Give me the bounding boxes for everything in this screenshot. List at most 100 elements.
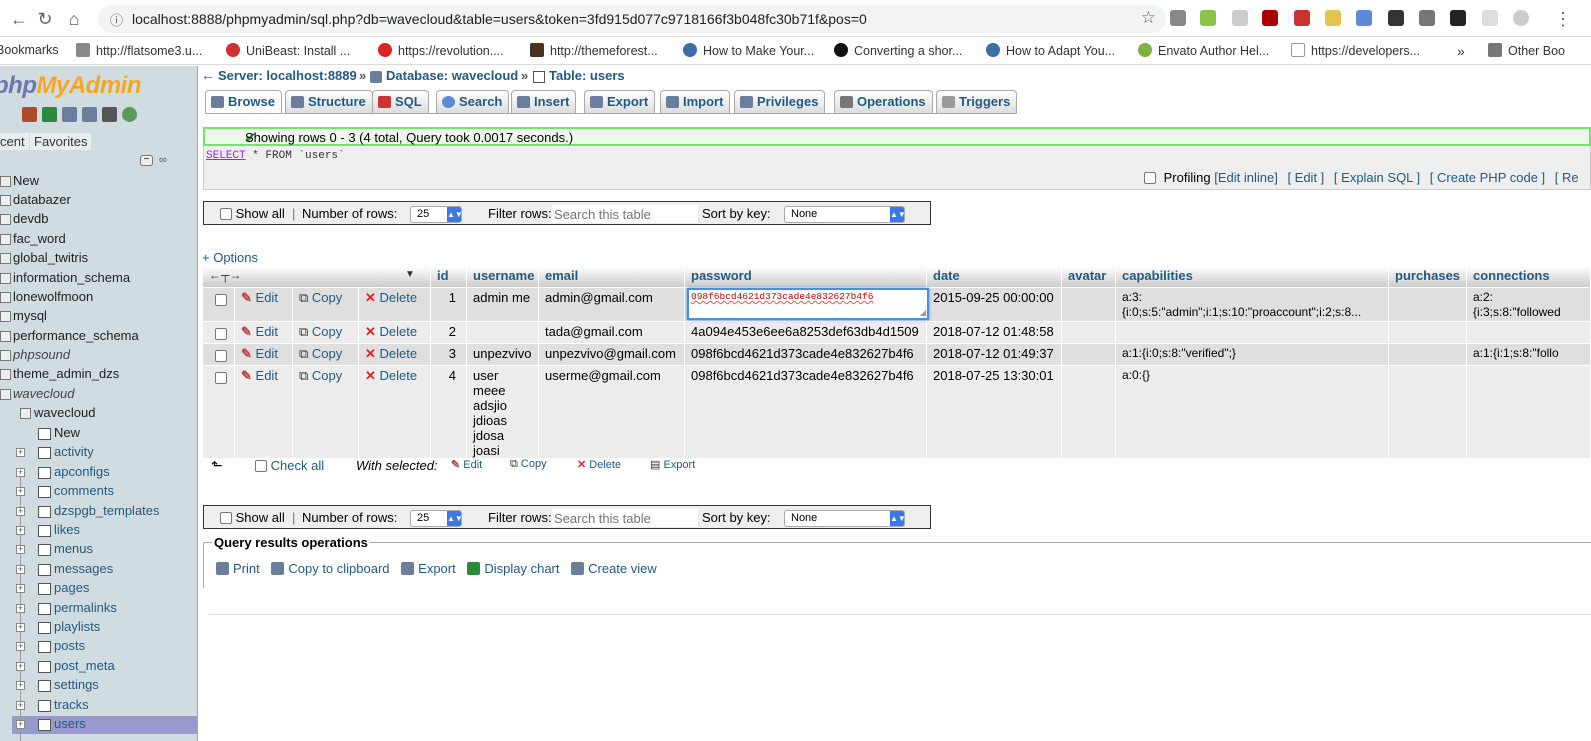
sidebar-table-item[interactable]: menus — [54, 541, 93, 556]
recent-tab[interactable]: cent — [0, 133, 29, 150]
row-checkbox[interactable] — [215, 328, 227, 340]
reload-icon[interactable] — [122, 107, 137, 122]
sidebar-database-item[interactable]: phpsound — [13, 347, 70, 362]
row-copy-button[interactable]: ⧉ Copy — [299, 346, 342, 361]
tab-import[interactable]: Import — [660, 90, 731, 113]
sidebar-table-item[interactable]: dzspgb_templates — [54, 503, 160, 518]
column-header-purchases[interactable]: purchases — [1389, 266, 1467, 287]
sidebar-database-item[interactable]: lonewolfmoon — [13, 289, 93, 304]
address-bar[interactable]: ⓘ localhost:8888/phpmyadmin/sql.php?db=w… — [98, 5, 1166, 33]
row-edit-button[interactable]: ✎ Edit — [241, 324, 278, 339]
phpmyadmin-logo[interactable]: phpMyAdmin — [0, 72, 141, 100]
sidebar-table-item[interactable]: post_meta — [54, 658, 115, 673]
sql-keyword-link[interactable]: SELECT — [206, 150, 246, 162]
dropdown-icon[interactable]: ▼ — [405, 269, 415, 280]
bookmark-item[interactable]: Envato Author Hel... — [1138, 43, 1269, 58]
edit-inline-link[interactable]: [Edit inline] — [1214, 170, 1278, 185]
sidebar-database-item[interactable]: wavecloud — [13, 386, 74, 401]
show-all-option[interactable]: Show all — [220, 510, 285, 525]
tab-privileges[interactable]: Privileges — [734, 90, 826, 113]
screenshot-icon[interactable] — [1356, 10, 1372, 26]
row-checkbox[interactable] — [215, 372, 227, 384]
row-delete-button[interactable]: ✕ Delete — [365, 346, 417, 361]
cell-avatar[interactable] — [1062, 366, 1116, 458]
check-all-option[interactable]: Check all — [255, 458, 324, 473]
bulk-delete-button[interactable]: ✕ Delete — [577, 458, 621, 471]
tab-sql[interactable]: SQL — [372, 90, 429, 113]
tab-operations[interactable]: Operations — [834, 90, 933, 113]
expand-icon[interactable]: + — [16, 526, 25, 535]
expand-icon[interactable]: + — [16, 448, 25, 458]
docs-icon[interactable] — [82, 107, 97, 122]
sidebar-database-item[interactable]: wavecloud — [34, 405, 95, 420]
column-header-password[interactable]: password — [685, 266, 927, 287]
explain-sql-link[interactable]: [ Explain SQL ] — [1334, 170, 1420, 185]
sidebar-database-item[interactable]: New — [13, 173, 39, 188]
show-all-option[interactable]: Show all — [220, 206, 285, 221]
bookmark-item[interactable]: http://flatsome3.u... — [76, 43, 202, 58]
profiling-checkbox[interactable] — [1144, 172, 1156, 184]
bookmark-folder[interactable]: Other Boo — [1488, 43, 1565, 58]
export-link[interactable]: Export — [401, 561, 456, 576]
create-php-code-link[interactable]: [ Create PHP code ] — [1430, 170, 1545, 185]
notes-icon[interactable] — [1325, 10, 1341, 26]
resize-handle-icon[interactable]: ◢ — [920, 308, 926, 317]
sort-select[interactable]: None ▲▼ — [784, 510, 906, 527]
bookmark-item[interactable]: https://revolution.... — [378, 43, 504, 58]
cors-icon[interactable] — [1294, 10, 1310, 26]
bookmark-item[interactable]: UniBeast: Install ... — [226, 43, 350, 58]
star-icon[interactable]: ☆ — [1141, 8, 1156, 28]
sidebar-table-item[interactable]: playlists — [54, 619, 100, 634]
bulk-export-button[interactable]: ▤ Export — [650, 458, 695, 471]
sidebar-database-item[interactable]: mysql — [13, 308, 47, 323]
sidebar-table-item[interactable]: likes — [54, 522, 80, 537]
extension-grid-icon[interactable] — [1482, 10, 1498, 26]
column-header-username[interactable]: username — [467, 266, 539, 287]
menu-dots-icon[interactable]: ⋮ — [1552, 8, 1574, 30]
refresh-link[interactable]: [ Re — [1555, 170, 1579, 185]
cell-email[interactable]: tada@gmail.com — [539, 322, 685, 343]
expand-icon[interactable]: + — [16, 584, 25, 594]
favorites-tab[interactable]: Favorites — [30, 133, 92, 150]
network-icon[interactable] — [1450, 10, 1466, 26]
breadcrumb-database[interactable]: Database: wavecloud — [386, 68, 518, 83]
cell-date[interactable]: 2018-07-12 01:49:37 — [927, 344, 1062, 365]
sidebar-table-item[interactable]: permalinks — [54, 600, 117, 615]
row-copy-button[interactable]: ⧉ Copy — [299, 368, 342, 383]
cell-password[interactable]: 4a094e453e6ee6a8253def63db4d1509 — [685, 322, 927, 343]
expand-icon[interactable]: + — [16, 545, 25, 555]
sidebar-table-item[interactable]: comments — [54, 483, 114, 498]
cell-email[interactable]: unpezvivo@gmail.com — [539, 344, 685, 365]
bookmark-item[interactable]: Bookmarks — [0, 43, 59, 57]
bulk-edit-button[interactable]: ✎ Edit — [451, 458, 482, 471]
row-edit-button[interactable]: ✎ Edit — [241, 290, 278, 305]
tab-browse[interactable]: Browse — [205, 90, 282, 113]
breadcrumb-table[interactable]: Table: users — [549, 68, 625, 83]
cell-connections[interactable]: a:1:{i:1;s:8:"follo — [1467, 344, 1591, 365]
cell-date[interactable]: 2015-09-25 00:00:00 — [927, 288, 1062, 321]
bookmark-item[interactable]: Converting a shor... — [834, 43, 962, 58]
row-checkbox[interactable] — [215, 294, 227, 306]
row-edit-button[interactable]: ✎ Edit — [241, 346, 278, 361]
cell-password[interactable]: 098f6bcd4621d373cade4e832627b4f6 — [685, 344, 927, 365]
back-arrow-icon[interactable]: ← — [8, 8, 30, 30]
column-header-date[interactable]: date — [927, 266, 1062, 287]
sidebar-table-item[interactable]: users — [54, 716, 86, 731]
row-copy-button[interactable]: ⧉ Copy — [299, 324, 342, 339]
bookmarks-overflow[interactable]: » — [1457, 43, 1465, 59]
cell-id[interactable]: 1 — [431, 288, 467, 321]
edit-link[interactable]: [ Edit ] — [1287, 170, 1324, 185]
sidebar-database-item[interactable]: fac_word — [13, 231, 66, 246]
cell-username[interactable]: unpezvivo — [467, 344, 539, 365]
sidebar-database-item[interactable]: global_twitris — [13, 250, 88, 265]
expand-icon[interactable]: + — [16, 700, 25, 710]
column-arrows-icon[interactable]: ←┬→ — [209, 268, 242, 282]
inline-edit-textarea[interactable]: 098f6bcd4621d373cade4e832627b4f6 ◢ — [687, 288, 929, 320]
home-icon[interactable]: ⌂ — [63, 8, 85, 30]
cell-purchases[interactable] — [1389, 288, 1467, 321]
sidebar-table-item[interactable]: messages — [54, 561, 113, 576]
cell-username[interactable]: admin me — [467, 288, 539, 321]
row-checkbox[interactable] — [215, 350, 227, 362]
sidebar-database-item[interactable]: devdb — [13, 211, 48, 226]
sidebar-table-item[interactable]: New — [54, 425, 80, 440]
